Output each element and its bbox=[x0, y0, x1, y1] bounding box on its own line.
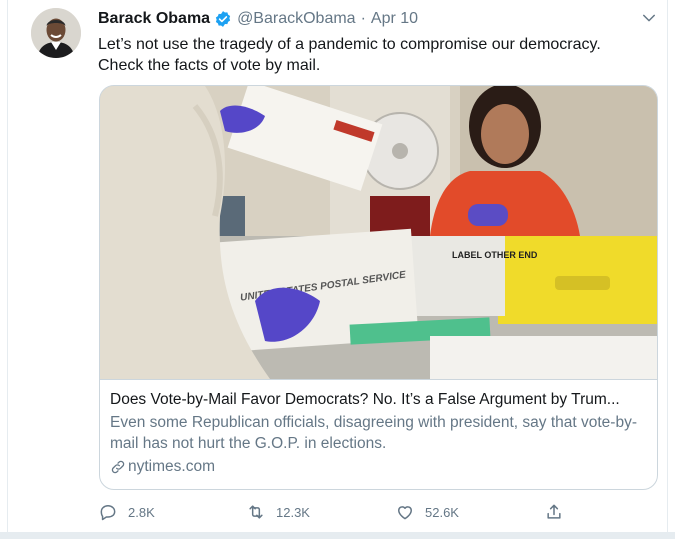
reply-button[interactable]: 2.8K bbox=[98, 500, 155, 524]
like-icon bbox=[398, 506, 412, 520]
card-title: Does Vote-by-Mail Favor Democrats? No. I… bbox=[110, 391, 620, 408]
tweet-timestamp[interactable]: Apr 10 bbox=[371, 10, 418, 28]
retweet-button[interactable]: 12.3K bbox=[246, 500, 310, 524]
tweet[interactable]: Barack Obama @BarackObama · Apr 10 Let’s… bbox=[7, 0, 668, 536]
reply-count: 2.8K bbox=[128, 504, 155, 520]
tweet-text-line-1: Let’s not use the tragedy of a pandemic … bbox=[98, 36, 601, 53]
card-body: Does Vote-by-Mail Favor Democrats? No. I… bbox=[100, 379, 657, 489]
share-button[interactable] bbox=[544, 500, 564, 524]
tweet-text-line-2: Check the facts of vote by mail. bbox=[98, 57, 321, 74]
card-description: Even some Republican officials, disagree… bbox=[110, 414, 637, 452]
avatar[interactable] bbox=[31, 8, 81, 58]
tweet-actions: 2.8K 12.3K 52.6K bbox=[98, 500, 568, 524]
caret-down-icon[interactable] bbox=[640, 9, 658, 27]
separator-dot: · bbox=[360, 10, 366, 27]
like-button[interactable]: 52.6K bbox=[395, 500, 459, 524]
card-image: LABEL OTHER END UNITED STATES POSTAL SER… bbox=[100, 86, 657, 379]
share-icon bbox=[547, 504, 561, 519]
card-domain-text: nytimes.com bbox=[128, 458, 215, 475]
retweet-count: 12.3K bbox=[276, 504, 310, 520]
retweet-icon bbox=[249, 505, 263, 519]
reply-icon bbox=[100, 505, 116, 521]
like-count: 52.6K bbox=[425, 504, 459, 520]
author-name[interactable]: Barack Obama bbox=[98, 10, 210, 28]
card-domain: nytimes.com bbox=[110, 456, 647, 477]
tweet-text: Let’s not use the tragedy of a pandemic … bbox=[98, 34, 658, 76]
tweet-header: Barack Obama @BarackObama · Apr 10 bbox=[98, 9, 418, 29]
verified-badge-icon bbox=[214, 10, 232, 28]
box-label-text: LABEL OTHER END bbox=[452, 250, 538, 260]
timeline-divider bbox=[0, 532, 675, 539]
link-card[interactable]: LABEL OTHER END UNITED STATES POSTAL SER… bbox=[99, 85, 658, 490]
link-icon bbox=[111, 460, 125, 473]
author-handle[interactable]: @BarackObama bbox=[237, 10, 356, 28]
